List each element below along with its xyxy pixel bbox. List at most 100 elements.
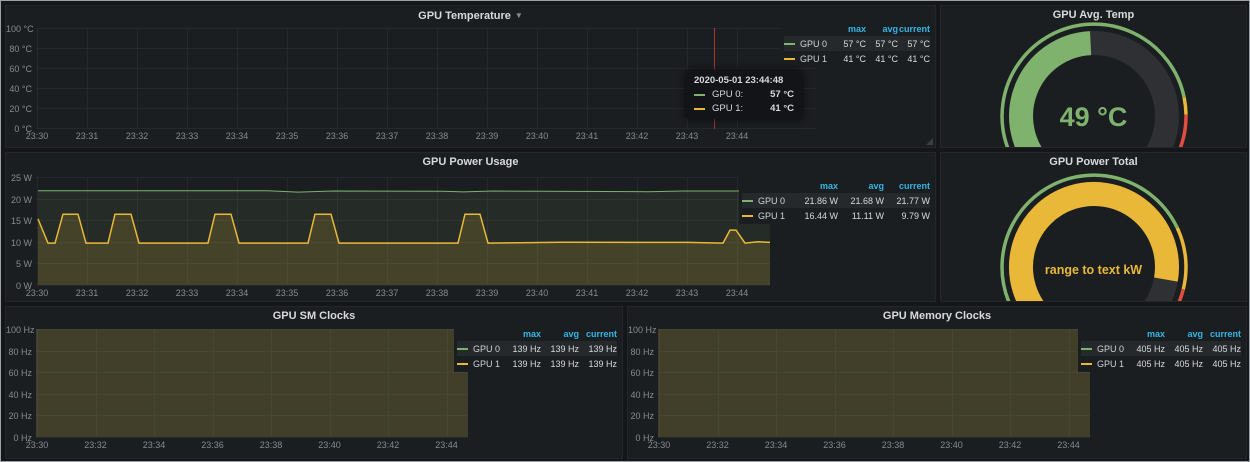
x-axis-tick-label: 23:31 bbox=[67, 131, 107, 141]
gridline-vertical bbox=[437, 28, 438, 128]
y-axis-tick-label: 100 °C bbox=[6, 24, 32, 34]
y-axis-tick-label: 40 Hz bbox=[6, 390, 32, 400]
panel-title-gpu-power-usage[interactable]: GPU Power Usage bbox=[6, 154, 935, 171]
y-axis-tick-label: 60 °C bbox=[6, 64, 32, 74]
x-axis-tick-label: 23:36 bbox=[193, 440, 233, 450]
x-axis-tick-label: 23:37 bbox=[367, 131, 407, 141]
x-axis-tick-label: 23:40 bbox=[517, 131, 557, 141]
x-axis-tick-label: 23:42 bbox=[990, 440, 1030, 450]
x-axis-tick-label: 23:30 bbox=[17, 288, 57, 298]
panel-gpu-power-usage: GPU Power Usage 25 W20 W15 W10 W5 W0 W23… bbox=[5, 152, 936, 302]
x-axis-tick-label: 23:35 bbox=[267, 288, 307, 298]
gridline-vertical bbox=[487, 28, 488, 128]
legend: maxavgcurrentGPU 0405 Hz405 Hz405 HzGPU … bbox=[1078, 325, 1244, 372]
legend-series-gpu-1[interactable]: GPU 1 bbox=[784, 54, 834, 64]
x-axis-tick-label: 23:40 bbox=[932, 440, 972, 450]
legend-stat-avg: 21.68 W bbox=[838, 196, 884, 206]
legend-series-name: GPU 0 bbox=[800, 39, 827, 49]
panel-title-gpu-memory-clocks[interactable]: GPU Memory Clocks bbox=[628, 308, 1246, 325]
gridline-horizontal bbox=[36, 437, 468, 438]
y-axis-tick-label: 40 Hz bbox=[628, 390, 654, 400]
x-axis-tick-label: 23:34 bbox=[756, 440, 796, 450]
legend-stat-current: 405 Hz bbox=[1203, 359, 1241, 369]
legend-header-row: maxavgcurrent bbox=[1081, 326, 1241, 341]
panel-title-gpu-temperature[interactable]: GPU Temperature▼ bbox=[6, 7, 935, 24]
series-color-swatch-icon bbox=[784, 58, 795, 60]
panel-title-text: GPU Memory Clocks bbox=[883, 310, 991, 322]
gauge-svg bbox=[941, 153, 1246, 302]
y-axis-tick-label: 20 Hz bbox=[628, 411, 654, 421]
panel-resize-handle[interactable] bbox=[926, 138, 933, 145]
x-axis-tick-label: 23:34 bbox=[217, 288, 257, 298]
y-axis-tick-label: 5 W bbox=[6, 259, 32, 269]
legend-series-gpu-0[interactable]: GPU 0 bbox=[742, 196, 792, 206]
series-color-swatch-icon bbox=[742, 200, 753, 202]
x-axis-tick-label: 23:44 bbox=[1049, 440, 1089, 450]
gridline-horizontal bbox=[36, 68, 816, 69]
legend-stat-avg: 41 °C bbox=[866, 54, 898, 64]
legend-row: GPU 141 °C41 °C41 °C bbox=[784, 51, 930, 66]
x-axis-tick-label: 23:34 bbox=[217, 131, 257, 141]
panel-title-text: GPU Power Total bbox=[1049, 156, 1137, 168]
tooltip-series-label: GPU 1: bbox=[712, 103, 743, 114]
power-usage-chart-svg[interactable] bbox=[36, 177, 770, 285]
x-axis-tick-label: 23:42 bbox=[617, 288, 657, 298]
panel-gpu-avg-temp: GPU Avg. Temp 49 °C bbox=[940, 5, 1247, 148]
x-axis-tick-label: 23:31 bbox=[67, 288, 107, 298]
panel-gpu-sm-clocks: GPU SM Clocks 100 Hz80 Hz60 Hz40 Hz20 Hz… bbox=[5, 306, 623, 459]
tooltip-series-row: GPU 1:41 °C bbox=[694, 103, 794, 114]
legend-stat-avg: 57 °C bbox=[866, 39, 898, 49]
gridline-vertical bbox=[287, 28, 288, 128]
legend-row: GPU 021.86 W21.68 W21.77 W bbox=[742, 193, 930, 208]
x-axis-tick-label: 23:38 bbox=[251, 440, 291, 450]
legend-header-current: current bbox=[898, 24, 930, 34]
legend-row: GPU 0139 Hz139 Hz139 Hz bbox=[457, 341, 617, 356]
x-axis-tick-label: 23:38 bbox=[417, 288, 457, 298]
gridline-horizontal bbox=[36, 128, 816, 129]
series-color-swatch-icon bbox=[784, 43, 795, 45]
panel-title-gpu-sm-clocks[interactable]: GPU SM Clocks bbox=[6, 308, 622, 325]
gridline-vertical bbox=[337, 28, 338, 128]
y-axis-tick-label: 25 W bbox=[6, 173, 32, 183]
x-axis-tick-label: 23:41 bbox=[567, 131, 607, 141]
gridline-horizontal bbox=[658, 437, 1090, 438]
tooltip-series-value: 57 °C bbox=[770, 89, 794, 100]
gridline-vertical bbox=[637, 28, 638, 128]
panel-title-gpu-power-total[interactable]: GPU Power Total bbox=[941, 154, 1246, 171]
legend: maxavgcurrentGPU 021.86 W21.68 W21.77 WG… bbox=[739, 177, 933, 224]
panel-title-text: GPU SM Clocks bbox=[273, 310, 356, 322]
gridline-vertical bbox=[587, 28, 588, 128]
legend-stat-avg: 139 Hz bbox=[541, 344, 579, 354]
legend: maxavgcurrentGPU 057 °C57 °C57 °CGPU 141… bbox=[781, 20, 933, 67]
legend-series-gpu-0[interactable]: GPU 0 bbox=[1081, 344, 1127, 354]
x-axis-tick-label: 23:36 bbox=[317, 131, 357, 141]
legend-stat-current: 139 Hz bbox=[579, 359, 617, 369]
x-axis-tick-label: 23:36 bbox=[815, 440, 855, 450]
legend-stat-current: 21.77 W bbox=[884, 196, 930, 206]
legend-header-current: current bbox=[579, 329, 617, 339]
gridline-vertical bbox=[137, 28, 138, 128]
legend-series-gpu-1[interactable]: GPU 1 bbox=[457, 359, 503, 369]
legend-header-max: max bbox=[792, 181, 838, 191]
x-axis-tick-label: 23:43 bbox=[667, 288, 707, 298]
legend-series-name: GPU 1 bbox=[473, 359, 500, 369]
legend-header-avg: avg bbox=[1165, 329, 1203, 339]
panel-title-gpu-avg-temp[interactable]: GPU Avg. Temp bbox=[941, 7, 1246, 24]
legend-stat-max: 41 °C bbox=[834, 54, 866, 64]
legend-series-gpu-1[interactable]: GPU 1 bbox=[1081, 359, 1127, 369]
series-color-swatch-icon bbox=[1081, 363, 1092, 365]
graph-tooltip: 2020-05-01 23:44:48 GPU 0:57 °CGPU 1:41 … bbox=[686, 70, 802, 119]
gridline-horizontal bbox=[36, 285, 770, 286]
legend-header-max: max bbox=[1127, 329, 1165, 339]
x-axis-tick-label: 23:44 bbox=[427, 440, 467, 450]
gridline-horizontal bbox=[36, 28, 816, 29]
legend-row: GPU 1405 Hz405 Hz405 Hz bbox=[1081, 356, 1241, 371]
legend-series-gpu-0[interactable]: GPU 0 bbox=[457, 344, 503, 354]
y-axis-tick-label: 40 °C bbox=[6, 84, 32, 94]
x-axis-tick-label: 23:30 bbox=[639, 440, 679, 450]
legend-series-gpu-0[interactable]: GPU 0 bbox=[784, 39, 834, 49]
legend-header-row: maxavgcurrent bbox=[457, 326, 617, 341]
y-axis-tick-label: 15 W bbox=[6, 216, 32, 226]
legend-series-gpu-1[interactable]: GPU 1 bbox=[742, 211, 792, 221]
x-axis-tick-label: 23:35 bbox=[267, 131, 307, 141]
